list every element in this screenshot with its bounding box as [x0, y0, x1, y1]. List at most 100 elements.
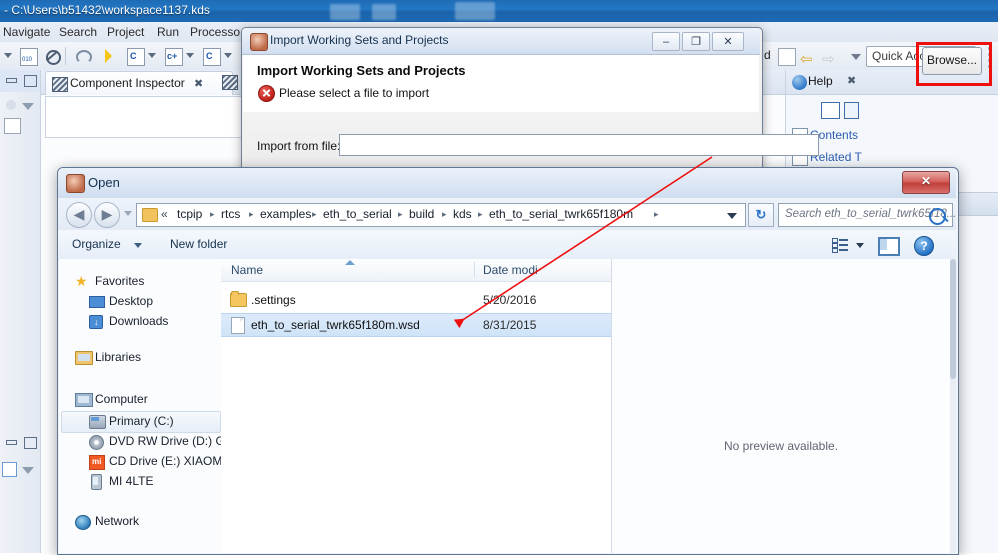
breadcrumb-examples[interactable]: examples: [260, 207, 311, 221]
dialog-scrollbar[interactable]: [950, 259, 956, 553]
nav-item-primary-c[interactable]: Primary (C:): [59, 411, 221, 431]
help-toolbar-icon[interactable]: [821, 102, 840, 119]
nav-label: Favorites: [95, 274, 145, 288]
nav-item-computer[interactable]: Computer: [59, 389, 221, 409]
nav-item-libraries[interactable]: Libraries: [59, 347, 221, 367]
nav-label: DVD RW Drive (D:) G: [109, 434, 225, 448]
new-file-caret-icon[interactable]: [224, 53, 232, 58]
scrollbar-thumb[interactable]: [950, 259, 956, 379]
view-options-caret-icon[interactable]: [856, 243, 864, 248]
error-circle-icon: [258, 85, 275, 102]
breadcrumb-eth-to-serial[interactable]: eth_to_serial: [323, 207, 392, 221]
new-cpp-project-icon[interactable]: c+: [165, 48, 183, 66]
address-bar[interactable]: « tcpip ▸ rtcs ▸ examples ▸ eth_to_seria…: [136, 203, 746, 227]
tab-component-inspector[interactable]: Component Inspector ✖: [45, 71, 233, 95]
nav-item-favorites[interactable]: ★ Favorites: [59, 271, 221, 291]
restore-view-icon[interactable]: [6, 78, 17, 83]
nav-item-desktop[interactable]: Desktop: [59, 291, 221, 311]
toolbar-d-label: d: [764, 48, 771, 62]
breadcrumb-current-folder[interactable]: eth_to_serial_twrk65f180m: [489, 207, 633, 221]
help-bookmark-icon[interactable]: [844, 102, 859, 119]
chevron-down-icon[interactable]: [134, 243, 142, 248]
new-document-icon[interactable]: [778, 48, 796, 66]
new-c-project-icon[interactable]: C: [127, 48, 145, 66]
search-input[interactable]: Search eth_to_serial_twrk65f18...: [778, 203, 956, 227]
breadcrumb-sep: ▸: [442, 209, 447, 219]
maximize-button[interactable]: ❐: [682, 32, 710, 51]
computer-icon: [75, 393, 93, 407]
back-arrow-icon[interactable]: ⇦: [800, 50, 813, 68]
maximize-view-icon-bottom[interactable]: [24, 437, 37, 449]
forward-button[interactable]: ▶: [94, 202, 120, 228]
open-dialog-title-bar[interactable]: Open ✕: [58, 168, 956, 198]
nav-item-downloads[interactable]: ↓ Downloads: [59, 311, 221, 331]
eclipse-title-bar: - C:\Users\b51432\workspace1137.kds: [0, 0, 998, 22]
import-from-file-input[interactable]: [339, 134, 819, 156]
strip-view-icon-bottom[interactable]: [2, 462, 17, 477]
new-c-project-caret-icon[interactable]: [148, 53, 156, 58]
nav-item-cd-drive[interactable]: mi CD Drive (E:) XIAOM: [59, 451, 222, 471]
nav-item-mi-4lte[interactable]: MI 4LTE: [59, 471, 221, 491]
close-button[interactable]: ✕: [712, 32, 744, 51]
strip-caret-icon[interactable]: [22, 103, 34, 110]
organize-button[interactable]: Organize: [72, 237, 121, 251]
view-menu-caret-icon[interactable]: [851, 54, 861, 60]
close-icon[interactable]: ✖: [847, 74, 856, 87]
breadcrumb-rtcs[interactable]: rtcs: [221, 207, 240, 221]
close-button[interactable]: ✕: [902, 171, 950, 194]
breadcrumb-kds[interactable]: kds: [453, 207, 472, 221]
breadcrumb-tcpip[interactable]: tcpip: [177, 207, 202, 221]
menu-processor[interactable]: Processo: [190, 25, 240, 39]
lightning-icon[interactable]: [101, 48, 117, 64]
menu-navigate[interactable]: Navigate: [3, 25, 50, 39]
strip-dot-icon[interactable]: [6, 100, 16, 110]
file-icon: [231, 317, 245, 334]
menu-search[interactable]: Search: [59, 25, 97, 39]
refresh-button[interactable]: ↻: [748, 203, 774, 227]
forward-arrow-icon[interactable]: ⇨: [822, 50, 835, 68]
help-tab-label[interactable]: Help: [808, 74, 833, 88]
strip-view-icon[interactable]: [4, 118, 21, 134]
maximize-strip-icon[interactable]: [24, 75, 37, 87]
nav-label: Libraries: [95, 350, 142, 364]
list-view-icon[interactable]: [832, 238, 848, 253]
nav-item-dvd-drive[interactable]: DVD RW Drive (D:) G: [59, 431, 225, 451]
recent-locations-caret-icon[interactable]: [124, 211, 132, 216]
menu-project[interactable]: Project: [107, 25, 144, 39]
nav-label: MI 4LTE: [109, 474, 154, 488]
address-dropdown-caret-icon[interactable]: [727, 213, 737, 219]
new-file-c-icon[interactable]: C: [203, 48, 221, 66]
close-icon: ✕: [920, 174, 932, 188]
open-file-dialog: Open ✕ ◀ ▶ « tcpip ▸ rtcs ▸ examples ▸ e…: [57, 167, 959, 555]
table-row[interactable]: .settings 5/20/2016: [221, 289, 611, 311]
binary-file-icon[interactable]: 010: [20, 48, 38, 66]
breadcrumb-overflow[interactable]: «: [161, 207, 168, 221]
nav-item-network[interactable]: Network: [59, 511, 221, 531]
minimize-button[interactable]: –: [652, 32, 680, 51]
menu-run[interactable]: Run: [157, 25, 179, 39]
star-icon: ★: [75, 273, 88, 289]
close-icon[interactable]: ✖: [194, 77, 203, 90]
refresh-arrow-icon[interactable]: [75, 48, 92, 64]
import-working-sets-dialog: Import Working Sets and Projects – ❐ ✕ I…: [241, 27, 992, 173]
file-list-header[interactable]: Name Date modi: [221, 259, 611, 282]
help-circle-icon[interactable]: ?: [914, 236, 934, 256]
new-folder-button[interactable]: New folder: [170, 237, 227, 251]
column-divider[interactable]: [474, 262, 475, 278]
second-tab-icon[interactable]: [222, 75, 238, 90]
table-row[interactable]: eth_to_serial_twrk65f180m.wsd 8/31/2015: [221, 313, 611, 337]
back-button[interactable]: ◀: [66, 202, 92, 228]
column-header-date[interactable]: Date modi: [483, 263, 538, 277]
restore-view-icon-bottom[interactable]: [6, 440, 17, 445]
title-smudge: [330, 4, 360, 20]
back-arrow-icon: ◀: [73, 206, 85, 222]
disable-icon[interactable]: [44, 48, 61, 65]
browse-button[interactable]: Browse...: [922, 47, 982, 75]
new-cpp-project-caret-icon[interactable]: [186, 53, 194, 58]
column-header-name[interactable]: Name: [231, 263, 263, 277]
toolbar-dropdown-caret-icon[interactable]: [4, 53, 12, 58]
breadcrumb-build[interactable]: build: [409, 207, 434, 221]
import-dialog-title-bar[interactable]: Import Working Sets and Projects – ❐ ✕: [242, 28, 760, 55]
preview-pane-icon[interactable]: [878, 237, 900, 256]
strip-caret-icon-bottom[interactable]: [22, 467, 34, 474]
